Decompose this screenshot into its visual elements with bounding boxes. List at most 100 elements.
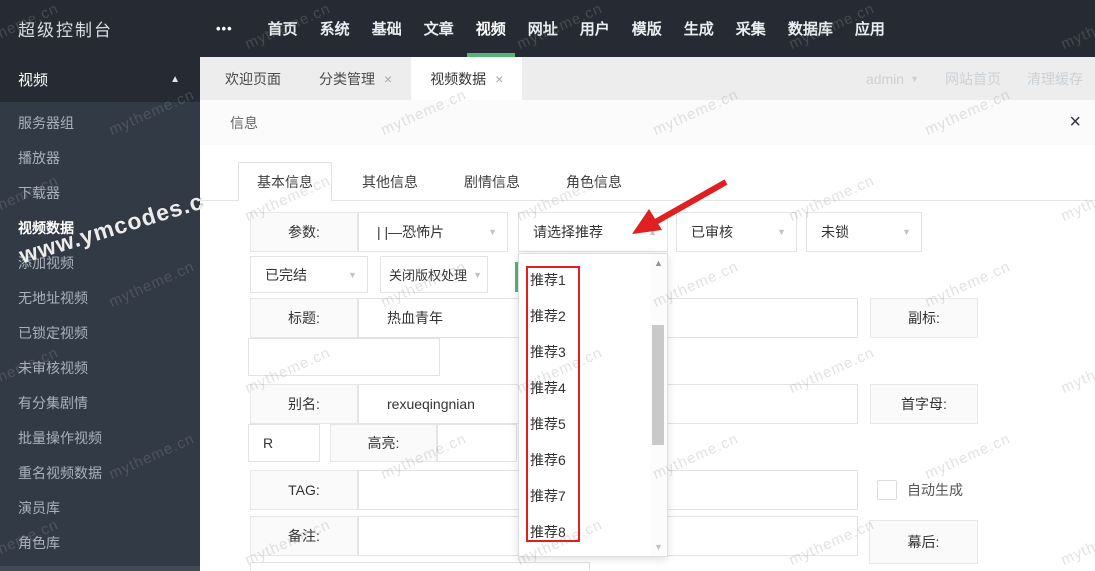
form-tab-other-info[interactable]: 其他信息 xyxy=(346,162,434,201)
tab-video-data[interactable]: 视频数据 × xyxy=(411,57,523,100)
app-title: 超级控制台 xyxy=(18,21,113,40)
sidebar-group-video[interactable]: 视频 ▲ xyxy=(0,57,200,102)
sidebar-item-duplicate-video[interactable]: 重名视频数据 xyxy=(0,456,200,491)
tab-close-icon[interactable]: × xyxy=(384,71,392,87)
form-tabs: 基本信息 其他信息 剧情信息 角色信息 xyxy=(238,162,638,201)
collapse-up-icon: ▲ xyxy=(170,74,180,85)
tab-close-icon[interactable]: × xyxy=(495,71,503,87)
form-tab-plot-info[interactable]: 剧情信息 xyxy=(448,162,536,201)
nav-item-system[interactable]: 系统 xyxy=(309,0,361,57)
sidebar-item-downloader[interactable]: 下载器 xyxy=(0,176,200,211)
clear-cache-link[interactable]: 清理缓存 xyxy=(1027,69,1083,89)
tab-category-manage[interactable]: 分类管理 × xyxy=(300,57,411,100)
panel-close-icon[interactable]: × xyxy=(1069,111,1081,134)
more-menu-icon[interactable]: ••• xyxy=(216,21,233,36)
nav-item-user[interactable]: 用户 xyxy=(569,0,621,57)
caret-down-icon: ▼ xyxy=(348,269,357,280)
user-dropdown[interactable]: admin ▼ xyxy=(866,71,919,87)
scroll-down-icon[interactable]: ▼ xyxy=(650,542,667,552)
sidebar-item-unaudited-video[interactable]: 未审核视频 xyxy=(0,351,200,386)
initial-input[interactable]: R xyxy=(248,424,320,462)
category-select-value: | |—恐怖片 xyxy=(377,224,445,240)
site-home-link[interactable]: 网站首页 xyxy=(945,69,1001,89)
nav-item-home[interactable]: 首页 xyxy=(257,0,309,57)
top-right-links: admin ▼ 网站首页 清理缓存 xyxy=(866,57,1083,100)
category-select[interactable]: | |—恐怖片 ▼ xyxy=(358,212,508,252)
extra-title-input[interactable] xyxy=(248,338,440,376)
finished-select-value: 已完结 xyxy=(265,266,307,283)
behind-scenes-label: 幕后: xyxy=(869,520,978,564)
lock-select[interactable]: 未锁 ▼ xyxy=(806,212,922,252)
alias-label: 别名: xyxy=(250,384,358,424)
copyright-select[interactable]: 关闭版权处理 ▼ xyxy=(380,256,488,293)
copyright-select-value: 关闭版权处理 xyxy=(389,268,468,283)
sidebar-item-video-data[interactable]: 视频数据 xyxy=(0,211,200,246)
auto-generate-label: 自动生成 xyxy=(907,482,963,498)
dropdown-option[interactable]: 推荐1 xyxy=(519,262,667,298)
tag-label: TAG: xyxy=(250,470,358,510)
audit-select[interactable]: 已审核 ▼ xyxy=(676,212,797,252)
tab-welcome[interactable]: 欢迎页面 xyxy=(206,57,300,100)
nav-item-video[interactable]: 视频 xyxy=(465,0,517,57)
tab-label: 分类管理 xyxy=(319,70,375,87)
username: admin xyxy=(865,70,905,87)
sidebar-item-batch-operate[interactable]: 批量操作视频 xyxy=(0,421,200,456)
sidebar-item-no-address-video[interactable]: 无地址视频 xyxy=(0,281,200,316)
info-panel-header: 信息 × xyxy=(200,100,1095,145)
sidebar-item-player[interactable]: 播放器 xyxy=(0,141,200,176)
tab-label: 视频数据 xyxy=(430,70,487,87)
lock-select-value: 未锁 xyxy=(821,224,849,240)
sidebar-item-actor-library[interactable]: 演员库 xyxy=(0,491,200,526)
recommend-select-placeholder: 请选择推荐 xyxy=(533,224,603,240)
caret-down-icon: ▼ xyxy=(473,269,482,280)
sidebar-item-role-library[interactable]: 角色库 xyxy=(0,526,200,561)
highlight-input[interactable] xyxy=(437,424,517,462)
nav-item-template[interactable]: 模版 xyxy=(621,0,673,57)
dropdown-option[interactable]: 推荐3 xyxy=(519,334,667,370)
sidebar-item-locked-video[interactable]: 已锁定视频 xyxy=(0,316,200,351)
watermark-text: mytheme.cn xyxy=(1058,172,1095,225)
watermark-text: mytheme.cn xyxy=(1058,344,1095,397)
highlight-label: 高亮: xyxy=(330,424,437,462)
caret-down-icon: ▼ xyxy=(488,227,497,237)
note-label: 备注: xyxy=(250,516,358,556)
auto-generate-checkbox[interactable] xyxy=(877,480,897,500)
sidebar-item-episode-plot[interactable]: 有分集剧情 xyxy=(0,386,200,421)
dropdown-option[interactable]: 推荐7 xyxy=(519,478,667,514)
audit-select-value: 已审核 xyxy=(691,224,733,240)
initial-label: 首字母: xyxy=(870,384,978,424)
dropdown-option[interactable]: 推荐6 xyxy=(519,442,667,478)
dropdown-scrollbar: ▲ ▼ xyxy=(650,254,667,556)
nav-item-app[interactable]: 应用 xyxy=(844,0,896,57)
dropdown-option[interactable]: 推荐5 xyxy=(519,406,667,442)
form-tab-role-info[interactable]: 角色信息 xyxy=(550,162,638,201)
sidebar-item-server-group[interactable]: 服务器组 xyxy=(0,106,200,141)
bottom-clipped-input[interactable] xyxy=(250,562,590,571)
nav-item-article[interactable]: 文章 xyxy=(413,0,465,57)
recommend-select[interactable]: 请选择推荐 ▲ xyxy=(518,212,668,252)
sidebar-scrollbar[interactable] xyxy=(0,566,200,571)
scrollbar-thumb[interactable] xyxy=(652,325,664,445)
dropdown-option[interactable]: 推荐8 xyxy=(519,514,667,550)
nav-item-basic[interactable]: 基础 xyxy=(361,0,413,57)
admin-console-page: 超级控制台 ••• 首页 系统 基础 文章 视频 网址 用户 模版 生成 采集 … xyxy=(0,0,1095,571)
recommend-dropdown: 推荐1 推荐2 推荐3 推荐4 推荐5 推荐6 推荐7 推荐8 ▲ ▼ xyxy=(518,253,668,557)
sidebar-menu: 服务器组 播放器 下载器 视频数据 添加视频 无地址视频 已锁定视频 未审核视频… xyxy=(0,102,200,561)
nav-item-database[interactable]: 数据库 xyxy=(777,0,844,57)
watermark-text: mytheme.cn xyxy=(1058,516,1095,569)
sidebar: 视频 ▲ 服务器组 播放器 下载器 视频数据 添加视频 无地址视频 已锁定视频 … xyxy=(0,57,200,571)
caret-down-icon: ▼ xyxy=(777,227,786,237)
subtitle-label: 副标: xyxy=(870,298,978,338)
scroll-up-icon[interactable]: ▲ xyxy=(650,258,667,268)
caret-down-icon: ▼ xyxy=(910,73,919,84)
sidebar-item-add-video[interactable]: 添加视频 xyxy=(0,246,200,281)
nav-item-generate[interactable]: 生成 xyxy=(673,0,725,57)
dropdown-option[interactable]: 推荐2 xyxy=(519,298,667,334)
form-tab-basic-info[interactable]: 基本信息 xyxy=(238,162,332,201)
finished-select[interactable]: 已完结 ▼ xyxy=(250,256,368,293)
dropdown-option[interactable]: 推荐4 xyxy=(519,370,667,406)
nav-item-url[interactable]: 网址 xyxy=(517,0,569,57)
nav-item-collect[interactable]: 采集 xyxy=(725,0,777,57)
panel-title: 信息 xyxy=(230,114,258,131)
title-label: 标题: xyxy=(250,298,358,338)
